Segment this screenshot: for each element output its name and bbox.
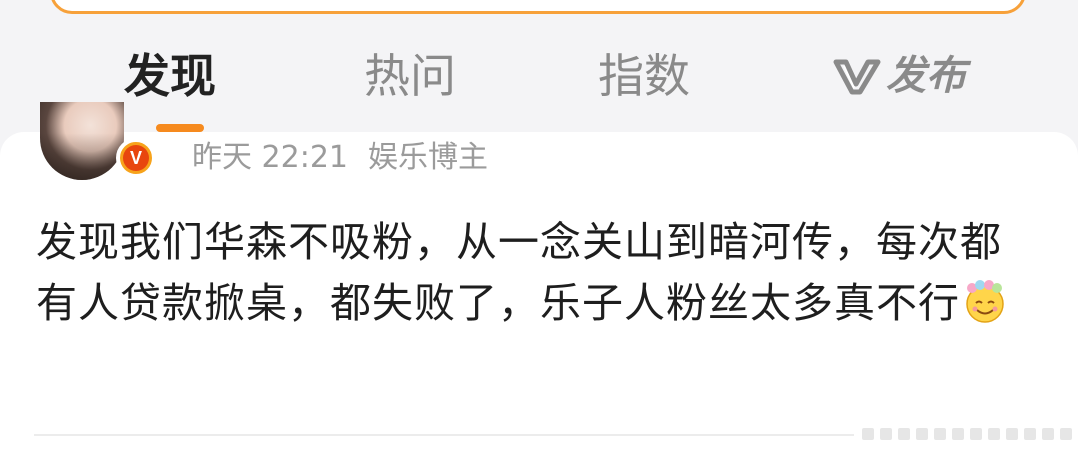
verified-badge-icon: V — [116, 138, 156, 178]
tab-index[interactable]: 指数 — [598, 48, 690, 104]
post-text: 发现我们华森不吸粉，从一念关山到暗河传，每次都有人贷款掀桌，都失败了，乐子人粉丝… — [36, 218, 1002, 327]
post-card[interactable]: V 昨天 22:21 娱乐博主 发现我们华森不吸粉，从一念关山到暗河传，每次都有人… — [0, 102, 1078, 453]
post-body: 发现我们华森不吸粉，从一念关山到暗河传，每次都有人贷款掀桌，都失败了，乐子人粉丝… — [36, 212, 1036, 334]
divider — [34, 434, 854, 436]
active-tab-indicator — [156, 124, 204, 132]
post-time: 昨天 22:21 — [192, 140, 348, 175]
watermark-icon — [862, 428, 1072, 440]
avatar-shade — [40, 102, 124, 180]
avatar[interactable] — [40, 102, 124, 180]
tab-publish[interactable]: 发布 — [832, 48, 966, 104]
post-meta: 昨天 22:21 娱乐博主 — [192, 136, 488, 180]
author-type: 娱乐博主 — [368, 140, 488, 175]
v-logo-icon — [833, 59, 881, 95]
tab-hot-questions[interactable]: 热问 — [364, 48, 456, 104]
tab-publish-label: 发布 — [886, 53, 966, 99]
verified-mark: V — [123, 145, 149, 171]
search-input[interactable] — [50, 0, 1026, 14]
smiling-flower-emoji-icon — [962, 279, 1008, 325]
page: 发现 热问 指数 发布 V 昨天 22:21 娱乐博主 发现我们华森不吸粉，从一念… — [0, 0, 1078, 453]
tab-bar: 发现 热问 指数 发布 — [0, 40, 1078, 120]
tab-discover[interactable]: 发现 — [124, 48, 216, 104]
